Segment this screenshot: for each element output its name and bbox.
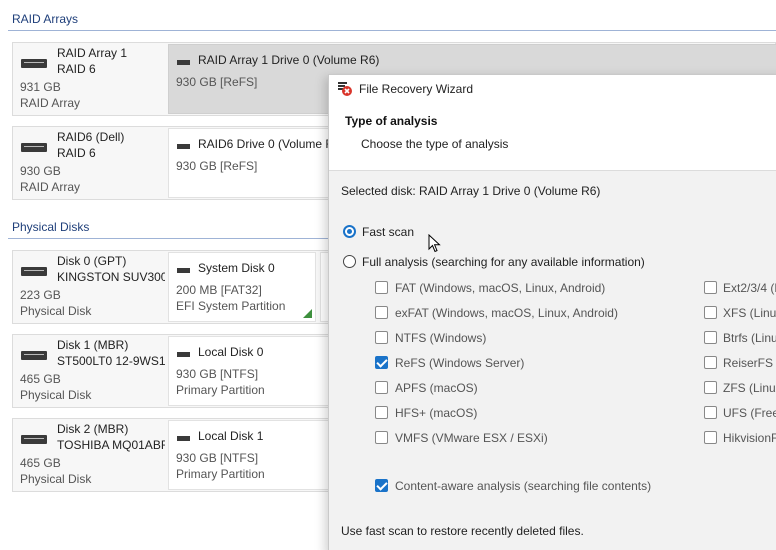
- disk-type: RAID Array: [20, 96, 81, 110]
- disk-model: KINGSTON SUV300S37A240G: [57, 270, 165, 284]
- volume-icon: [177, 436, 190, 441]
- disk-model: RAID 6: [57, 62, 96, 76]
- zfs-label[interactable]: ZFS (Linux): [723, 381, 776, 395]
- volume-fs: 930 GB [NTFS]: [176, 451, 259, 465]
- wizard-title: File Recovery Wizard: [359, 82, 474, 96]
- apfs-checkbox[interactable]: [375, 381, 388, 394]
- exfat-checkbox[interactable]: [375, 306, 388, 319]
- fat-label[interactable]: FAT (Windows, macOS, Linux, Android): [395, 281, 605, 295]
- wizard-hint: Use fast scan to restore recently delete…: [341, 524, 584, 538]
- refs-label[interactable]: ReFS (Windows Server): [395, 356, 524, 370]
- vmfs-label[interactable]: VMFS (VMware ESX / ESXi): [395, 431, 548, 445]
- ext-label[interactable]: Ext2/3/4 (Linux): [723, 281, 776, 295]
- section-divider: [8, 30, 776, 31]
- file-recovery-wizard-dialog: File Recovery Wizard Type of analysis Ch…: [328, 74, 776, 550]
- disk-name: Disk 0 (GPT): [57, 254, 127, 268]
- refs-checkbox[interactable]: [375, 356, 388, 369]
- mouse-cursor-icon: [428, 234, 441, 253]
- disk-size: 931 GB: [20, 80, 61, 94]
- fat-checkbox[interactable]: [375, 281, 388, 294]
- ufs-checkbox[interactable]: [704, 406, 717, 419]
- hfs-checkbox[interactable]: [375, 406, 388, 419]
- disk-name: RAID Array 1: [57, 46, 128, 60]
- section-title-raid: RAID Arrays: [12, 12, 79, 26]
- selected-disk-label: Selected disk: RAID Array 1 Drive 0 (Vol…: [341, 184, 601, 198]
- volume-name: RAID Array 1 Drive 0 (Volume R6): [198, 53, 380, 67]
- full-analysis-radio[interactable]: [343, 255, 356, 268]
- disk-name: RAID6 (Dell): [57, 130, 125, 144]
- volume-icon: [177, 352, 190, 357]
- disk-size: 465 GB: [20, 456, 61, 470]
- fast-scan-radio[interactable]: [343, 225, 356, 238]
- content-aware-label[interactable]: Content-aware analysis (searching file c…: [395, 479, 651, 493]
- volume-fs: 930 GB [ReFS]: [176, 159, 258, 173]
- disk-info[interactable]: Disk 1 (MBR) ST500LT0 12-9WS142 465 GB P…: [13, 335, 168, 407]
- wizard-header: Type of analysis Choose the type of anal…: [329, 103, 776, 171]
- volume-fs: 200 MB [FAT32]: [176, 283, 262, 297]
- hikvisionfs-label[interactable]: HikvisionFS: [723, 431, 776, 445]
- reiserfs-checkbox[interactable]: [704, 356, 717, 369]
- volume-name: Local Disk 1: [198, 429, 264, 443]
- disk-type: RAID Array: [20, 180, 81, 194]
- btrfs-checkbox[interactable]: [704, 331, 717, 344]
- disk-size: 223 GB: [20, 288, 61, 302]
- disk-type: Physical Disk: [20, 304, 92, 318]
- section-title-physical: Physical Disks: [12, 220, 90, 234]
- volume-type: Primary Partition: [176, 467, 265, 481]
- disk-info[interactable]: Disk 2 (MBR) TOSHIBA MQ01ABF050 465 GB P…: [13, 419, 168, 491]
- full-analysis-label[interactable]: Full analysis (searching for any availab…: [362, 255, 645, 269]
- zfs-checkbox[interactable]: [704, 381, 717, 394]
- volume-icon: [177, 60, 190, 65]
- wizard-heading: Type of analysis: [345, 114, 438, 128]
- wizard-subheading: Choose the type of analysis: [361, 137, 509, 151]
- disk-model: ST500LT0 12-9WS142: [57, 354, 165, 368]
- reiserfs-label[interactable]: ReiserFS (Linux): [723, 356, 776, 370]
- hikvisionfs-checkbox[interactable]: [704, 431, 717, 444]
- disk-size: 930 GB: [20, 164, 61, 178]
- disk-model: RAID 6: [57, 146, 96, 160]
- hard-drive-icon: [21, 143, 47, 152]
- disk-type: Physical Disk: [20, 388, 92, 402]
- disk-info[interactable]: Disk 0 (GPT) KINGSTON SUV300S37A240G 223…: [13, 251, 168, 323]
- fast-scan-label[interactable]: Fast scan: [362, 225, 414, 239]
- volume-name: System Disk 0: [198, 261, 275, 275]
- status-corner-icon: [303, 309, 312, 318]
- apfs-label[interactable]: APFS (macOS): [395, 381, 478, 395]
- hard-drive-icon: [21, 267, 47, 276]
- disk-size: 465 GB: [20, 372, 61, 386]
- hard-drive-icon: [21, 59, 47, 68]
- disk-info[interactable]: RAID6 (Dell) RAID 6 930 GB RAID Array: [13, 127, 168, 199]
- volume-name: RAID6 Drive 0 (Volume R6): [198, 137, 345, 151]
- disk-model: TOSHIBA MQ01ABF050: [57, 438, 165, 452]
- ufs-label[interactable]: UFS (FreeBSD): [723, 406, 776, 420]
- volume-type: EFI System Partition: [176, 299, 286, 313]
- btrfs-label[interactable]: Btrfs (Linux): [723, 331, 776, 345]
- hfs-label[interactable]: HFS+ (macOS): [395, 406, 477, 420]
- wizard-titlebar[interactable]: File Recovery Wizard: [329, 75, 776, 103]
- xfs-checkbox[interactable]: [704, 306, 717, 319]
- app-icon: [338, 82, 352, 96]
- volume-fs: 930 GB [NTFS]: [176, 367, 259, 381]
- ext-checkbox[interactable]: [704, 281, 717, 294]
- volume-icon: [177, 268, 190, 273]
- volume-fs: 930 GB [ReFS]: [176, 75, 258, 89]
- disk-info[interactable]: RAID Array 1 RAID 6 931 GB RAID Array: [13, 43, 168, 115]
- volume-card[interactable]: Local Disk 0 930 GB [NTFS] Primary Parti…: [168, 336, 338, 406]
- xfs-label[interactable]: XFS (Linux): [723, 306, 776, 320]
- exfat-label[interactable]: exFAT (Windows, macOS, Linux, Android): [395, 306, 618, 320]
- ntfs-label[interactable]: NTFS (Windows): [395, 331, 486, 345]
- vmfs-checkbox[interactable]: [375, 431, 388, 444]
- hard-drive-icon: [21, 435, 47, 444]
- hard-drive-icon: [21, 351, 47, 360]
- disk-name: Disk 1 (MBR): [57, 338, 129, 352]
- disk-name: Disk 2 (MBR): [57, 422, 129, 436]
- ntfs-checkbox[interactable]: [375, 331, 388, 344]
- volume-name: Local Disk 0: [198, 345, 264, 359]
- volume-card[interactable]: Local Disk 1 930 GB [NTFS] Primary Parti…: [168, 420, 338, 490]
- volume-icon: [177, 144, 190, 149]
- disk-type: Physical Disk: [20, 472, 92, 486]
- volume-card[interactable]: System Disk 0 200 MB [FAT32] EFI System …: [168, 252, 316, 322]
- volume-type: Primary Partition: [176, 383, 265, 397]
- content-aware-checkbox[interactable]: [375, 479, 388, 492]
